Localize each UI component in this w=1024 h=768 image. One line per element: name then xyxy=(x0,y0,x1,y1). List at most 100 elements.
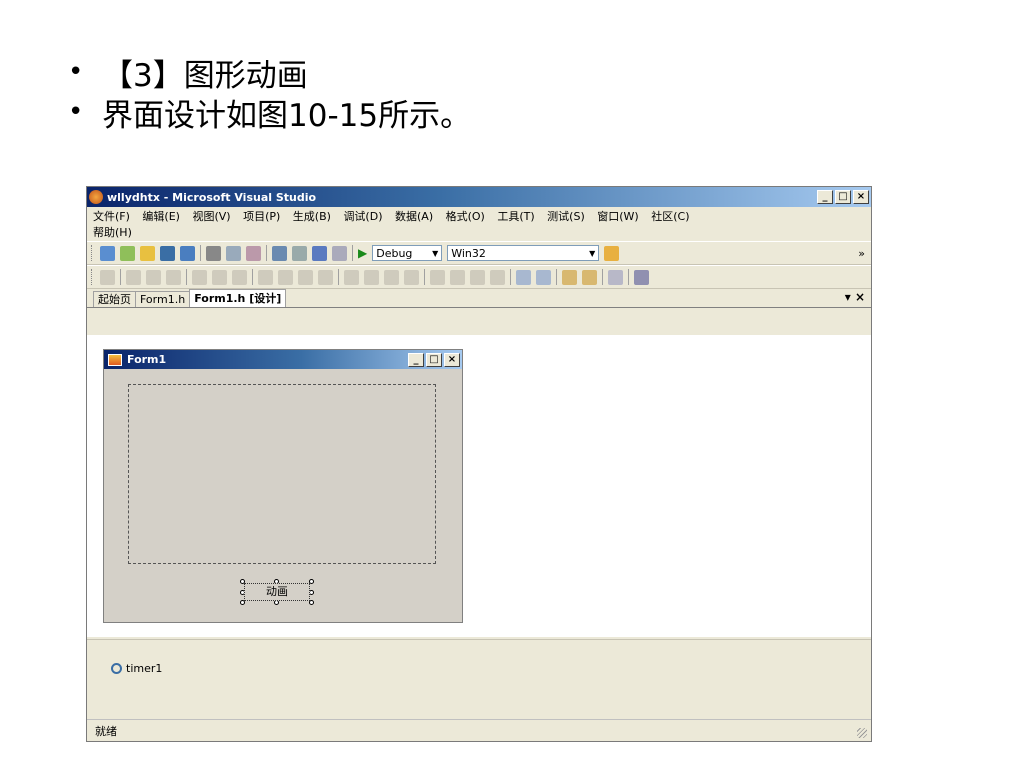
add-item-icon[interactable] xyxy=(120,245,135,261)
tab-order-icon[interactable] xyxy=(608,269,623,285)
form-maximize-button[interactable]: □ xyxy=(426,352,442,367)
window-titlebar[interactable]: wllydhtx - Microsoft Visual Studio _ □ × xyxy=(87,187,871,207)
menu-window[interactable]: 窗口(W) xyxy=(597,210,638,223)
solution-config-select[interactable]: Debug ▼ xyxy=(372,245,443,261)
toolbar-separator xyxy=(120,269,121,285)
bullet-2: • 界面设计如图10-15所示。 xyxy=(68,92,472,134)
toolbar-separator xyxy=(200,245,201,261)
toolbar-separator xyxy=(602,269,603,285)
undo-icon[interactable] xyxy=(272,245,287,261)
minimize-button[interactable]: _ xyxy=(817,190,833,204)
chevron-down-icon: ▼ xyxy=(589,248,596,258)
toolbar-overflow[interactable]: » xyxy=(858,247,871,260)
align-left-icon[interactable] xyxy=(126,269,141,285)
align-grid-icon[interactable] xyxy=(100,269,115,285)
paste-icon[interactable] xyxy=(246,245,261,261)
window-title: wllydhtx - Microsoft Visual Studio xyxy=(107,190,317,204)
windows-icon[interactable] xyxy=(332,245,347,261)
h-spacing-inc-icon[interactable] xyxy=(364,269,379,285)
menu-format[interactable]: 格式(O) xyxy=(446,210,485,223)
h-spacing-dec-icon[interactable] xyxy=(384,269,399,285)
tab-start-page[interactable]: 起始页 xyxy=(93,291,136,307)
lock-controls-icon[interactable] xyxy=(634,269,649,285)
center-v-icon[interactable] xyxy=(536,269,551,285)
v-spacing-icon[interactable] xyxy=(430,269,445,285)
v-spacing-inc-icon[interactable] xyxy=(450,269,465,285)
send-to-back-icon[interactable] xyxy=(582,269,597,285)
find-icon[interactable] xyxy=(604,245,620,261)
bullet-text: 界面设计如图10-15所示。 xyxy=(102,97,472,134)
form-icon xyxy=(108,353,122,366)
form1-window[interactable]: Form1 _ □ × 动画 xyxy=(103,349,463,623)
form1-titlebar[interactable]: Form1 _ □ × xyxy=(104,350,462,369)
form-caption-buttons: _ □ × xyxy=(408,352,462,367)
same-size-icon[interactable] xyxy=(298,269,313,285)
toolbar-separator xyxy=(266,245,267,261)
align-center-icon[interactable] xyxy=(146,269,161,285)
animate-button[interactable]: 动画 xyxy=(244,583,310,601)
layout-toolbar xyxy=(87,265,871,289)
v-spacing-remove-icon[interactable] xyxy=(490,269,505,285)
selected-button-frame[interactable]: 动画 xyxy=(240,579,314,605)
start-debugging-icon[interactable]: ▶ xyxy=(358,246,367,260)
open-folder-icon[interactable] xyxy=(140,245,155,261)
close-button[interactable]: × xyxy=(853,190,869,204)
menu-data[interactable]: 数据(A) xyxy=(395,210,433,223)
resize-grip-icon[interactable] xyxy=(857,728,867,738)
form-minimize-button[interactable]: _ xyxy=(408,352,424,367)
timer-icon xyxy=(111,663,122,674)
redo-icon[interactable] xyxy=(292,245,307,261)
save-icon[interactable] xyxy=(160,245,175,261)
align-right-icon[interactable] xyxy=(166,269,181,285)
timer-label: timer1 xyxy=(126,662,163,675)
menu-debug[interactable]: 调试(D) xyxy=(343,210,382,223)
size-to-grid-icon[interactable] xyxy=(318,269,333,285)
bring-to-front-icon[interactable] xyxy=(562,269,577,285)
menu-build[interactable]: 生成(B) xyxy=(293,210,331,223)
v-spacing-dec-icon[interactable] xyxy=(470,269,485,285)
status-text: 就绪 xyxy=(95,724,117,738)
center-h-icon[interactable] xyxy=(516,269,531,285)
bullet-dot: • xyxy=(68,97,84,127)
picture-box[interactable] xyxy=(128,384,436,564)
toolbar-separator xyxy=(186,269,187,285)
copy-icon[interactable] xyxy=(226,245,241,261)
menu-project[interactable]: 项目(P) xyxy=(243,210,280,223)
same-width-icon[interactable] xyxy=(258,269,273,285)
align-top-icon[interactable] xyxy=(192,269,207,285)
toolbar-separator xyxy=(338,269,339,285)
toolbar-grip[interactable] xyxy=(91,245,95,261)
visual-studio-window: wllydhtx - Microsoft Visual Studio _ □ ×… xyxy=(86,186,872,742)
tab-form1-code[interactable]: Form1.h xyxy=(135,291,191,307)
same-height-icon[interactable] xyxy=(278,269,293,285)
form-close-button[interactable]: × xyxy=(444,352,460,367)
h-spacing-icon[interactable] xyxy=(344,269,359,285)
cut-icon[interactable] xyxy=(206,245,221,261)
toolbar-separator xyxy=(252,269,253,285)
design-surface[interactable]: Form1 _ □ × 动画 xyxy=(87,335,871,637)
menu-file[interactable]: 文件(F) xyxy=(93,210,130,223)
config-value: Debug xyxy=(376,246,413,260)
timer-component[interactable]: timer1 xyxy=(111,662,162,675)
menu-tools[interactable]: 工具(T) xyxy=(497,210,534,223)
menu-help[interactable]: 帮助(H) xyxy=(93,226,132,239)
close-tab-icon[interactable]: ▾ × xyxy=(845,290,865,304)
platform-select[interactable]: Win32 ▼ xyxy=(447,245,600,261)
navigate-icon[interactable] xyxy=(312,245,327,261)
h-spacing-remove-icon[interactable] xyxy=(404,269,419,285)
menu-test[interactable]: 测试(S) xyxy=(547,210,585,223)
maximize-button[interactable]: □ xyxy=(835,190,851,204)
toolbar-separator xyxy=(556,269,557,285)
toolbar-grip[interactable] xyxy=(91,269,95,285)
menu-view[interactable]: 视图(V) xyxy=(192,210,230,223)
align-middle-icon[interactable] xyxy=(212,269,227,285)
menu-edit[interactable]: 编辑(E) xyxy=(142,210,180,223)
align-bottom-icon[interactable] xyxy=(232,269,247,285)
app-icon xyxy=(89,190,103,204)
slide-bullets: • 【3】图形动画 • 界面设计如图10-15所示。 xyxy=(68,52,472,134)
tab-form1-design[interactable]: Form1.h [设计] xyxy=(189,289,287,307)
menu-community[interactable]: 社区(C) xyxy=(651,210,689,223)
save-all-icon[interactable] xyxy=(180,245,195,261)
new-project-icon[interactable] xyxy=(100,245,115,261)
component-tray: timer1 xyxy=(87,639,871,716)
